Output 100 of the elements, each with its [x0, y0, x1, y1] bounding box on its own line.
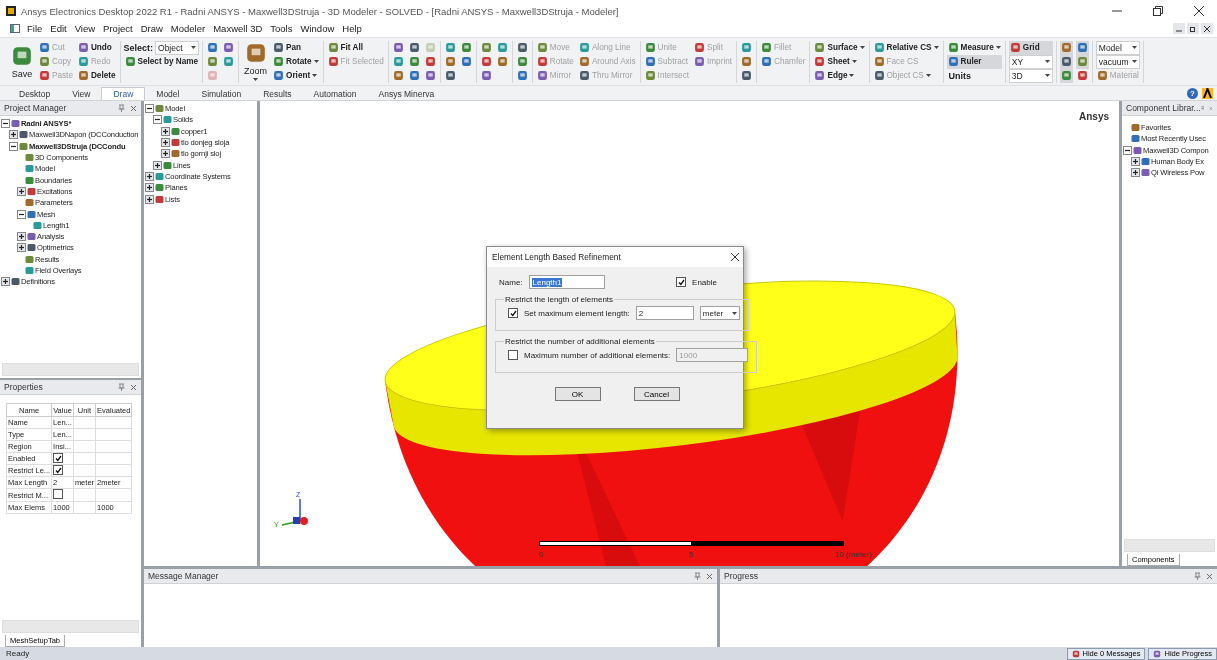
- tool-button[interactable]: [443, 68, 457, 83]
- tool-button[interactable]: [391, 40, 405, 55]
- ribbon-button[interactable]: Rotate: [272, 54, 320, 69]
- tool-button[interactable]: [391, 54, 405, 69]
- menu-item[interactable]: View: [70, 23, 100, 34]
- name-field[interactable]: Length1: [528, 275, 605, 289]
- tool-button[interactable]: [407, 68, 421, 83]
- expand-toggle[interactable]: [9, 130, 18, 140]
- checkbox[interactable]: [676, 277, 687, 287]
- ribbon-button[interactable]: Ruler: [946, 54, 1002, 69]
- expand-toggle[interactable]: [1131, 168, 1140, 178]
- tool-button[interactable]: [1075, 40, 1089, 55]
- tool-button[interactable]: [495, 40, 509, 55]
- close-icon[interactable]: [731, 253, 739, 261]
- tool-button[interactable]: [515, 68, 529, 83]
- ribbon-button[interactable]: Zoom: [242, 42, 270, 81]
- menu-item[interactable]: Edit: [46, 23, 71, 34]
- tool-button[interactable]: [479, 54, 493, 69]
- expand-toggle[interactable]: [1, 277, 10, 287]
- expand-toggle[interactable]: [1123, 145, 1132, 155]
- tool-button[interactable]: [515, 54, 529, 69]
- expand-toggle[interactable]: [145, 104, 154, 114]
- ribbon-button[interactable]: Select by Name: [123, 54, 200, 69]
- ribbon-button[interactable]: Surface: [813, 40, 866, 55]
- expand-toggle[interactable]: [161, 126, 170, 136]
- dropdown-field[interactable]: Model: [1095, 40, 1140, 55]
- close-button[interactable]: [1201, 23, 1213, 34]
- tool-button[interactable]: [459, 54, 473, 69]
- checkbox[interactable]: [53, 489, 64, 499]
- tool-button[interactable]: [443, 54, 457, 69]
- menu-item[interactable]: Window: [296, 23, 339, 34]
- expand-toggle[interactable]: [161, 138, 170, 148]
- tool-button[interactable]: [206, 54, 220, 69]
- tool-button[interactable]: [423, 68, 437, 83]
- ribbon-button[interactable]: Undo: [76, 40, 117, 55]
- pin-icon[interactable]: [694, 572, 701, 580]
- unit-dropdown[interactable]: meter: [699, 306, 740, 320]
- menu-item[interactable]: Modeler: [166, 23, 210, 34]
- ribbon-tab[interactable]: Model: [145, 87, 191, 100]
- tool-button[interactable]: [515, 40, 529, 55]
- ribbon-tab[interactable]: Draw: [101, 87, 146, 100]
- ribbon-button[interactable]: Pan: [272, 40, 320, 55]
- dialog-button[interactable]: Cancel: [633, 387, 680, 401]
- ribbon-button[interactable]: Save: [9, 44, 35, 79]
- tool-button[interactable]: [479, 40, 493, 55]
- checkbox[interactable]: [508, 308, 518, 318]
- help-button[interactable]: ?: [1187, 88, 1198, 99]
- menu-item[interactable]: Draw: [136, 23, 167, 34]
- ribbon-button[interactable]: Relative CS: [872, 40, 940, 55]
- expand-toggle[interactable]: [17, 186, 26, 196]
- tool-button[interactable]: [206, 40, 220, 55]
- menu-item[interactable]: Tools: [266, 23, 297, 34]
- dropdown-field[interactable]: Object: [155, 40, 200, 55]
- tool-button[interactable]: [740, 54, 754, 69]
- expand-toggle[interactable]: [145, 171, 154, 181]
- expand-toggle[interactable]: [161, 149, 170, 159]
- tool-button[interactable]: [1075, 68, 1089, 83]
- tool-button[interactable]: [1059, 40, 1073, 55]
- menu-item[interactable]: File: [23, 23, 47, 34]
- ribbon-button[interactable]: Fit All: [326, 40, 385, 55]
- tool-button[interactable]: [222, 54, 236, 69]
- pin-icon[interactable]: [1194, 572, 1201, 580]
- dialog-button[interactable]: OK: [554, 387, 601, 401]
- ribbon-button[interactable]: Orient: [272, 68, 320, 83]
- tool-button[interactable]: [407, 54, 421, 69]
- ribbon-tab[interactable]: Results: [252, 87, 303, 100]
- ribbon-button[interactable]: Edge: [813, 68, 866, 83]
- ribbon-tab[interactable]: Simulation: [190, 87, 253, 100]
- tool-button[interactable]: [459, 40, 473, 55]
- ribbon-tab[interactable]: Desktop: [8, 87, 62, 100]
- ribbon-button[interactable]: Grid: [1008, 40, 1053, 55]
- tool-button[interactable]: [391, 68, 405, 83]
- scrollbar[interactable]: [2, 620, 139, 633]
- menu-item[interactable]: Help: [338, 23, 366, 34]
- ribbon-button[interactable]: Measure: [946, 40, 1002, 55]
- ribbon-button[interactable]: Delete: [76, 68, 117, 83]
- expand-toggle[interactable]: [17, 243, 26, 253]
- expand-toggle[interactable]: [9, 141, 18, 151]
- expand-toggle[interactable]: [145, 183, 154, 193]
- ribbon-button[interactable]: Sheet: [813, 54, 866, 69]
- checkbox[interactable]: [53, 453, 64, 464]
- tool-button[interactable]: [222, 40, 236, 55]
- expand-toggle[interactable]: [17, 209, 26, 219]
- menu-item[interactable]: Project: [99, 23, 137, 34]
- pin-icon[interactable]: [118, 104, 125, 112]
- tool-button[interactable]: [479, 68, 493, 83]
- expand-toggle[interactable]: [153, 160, 162, 170]
- expand-toggle[interactable]: [17, 232, 26, 242]
- menu-item[interactable]: Maxwell 3D: [209, 23, 267, 34]
- scrollbar[interactable]: [2, 363, 139, 376]
- tool-button[interactable]: [740, 68, 754, 83]
- tool-button[interactable]: [740, 40, 754, 55]
- scrollbar[interactable]: [1124, 539, 1215, 552]
- 3d-viewport[interactable]: [260, 101, 1119, 566]
- checkbox[interactable]: [53, 465, 64, 476]
- ribbon-tab[interactable]: Automation: [302, 87, 368, 100]
- expand-toggle[interactable]: [145, 194, 154, 204]
- ribbon-tab[interactable]: Ansys Minerva: [367, 87, 446, 100]
- restore-button[interactable]: [1187, 23, 1199, 34]
- value-field[interactable]: 2: [635, 306, 694, 320]
